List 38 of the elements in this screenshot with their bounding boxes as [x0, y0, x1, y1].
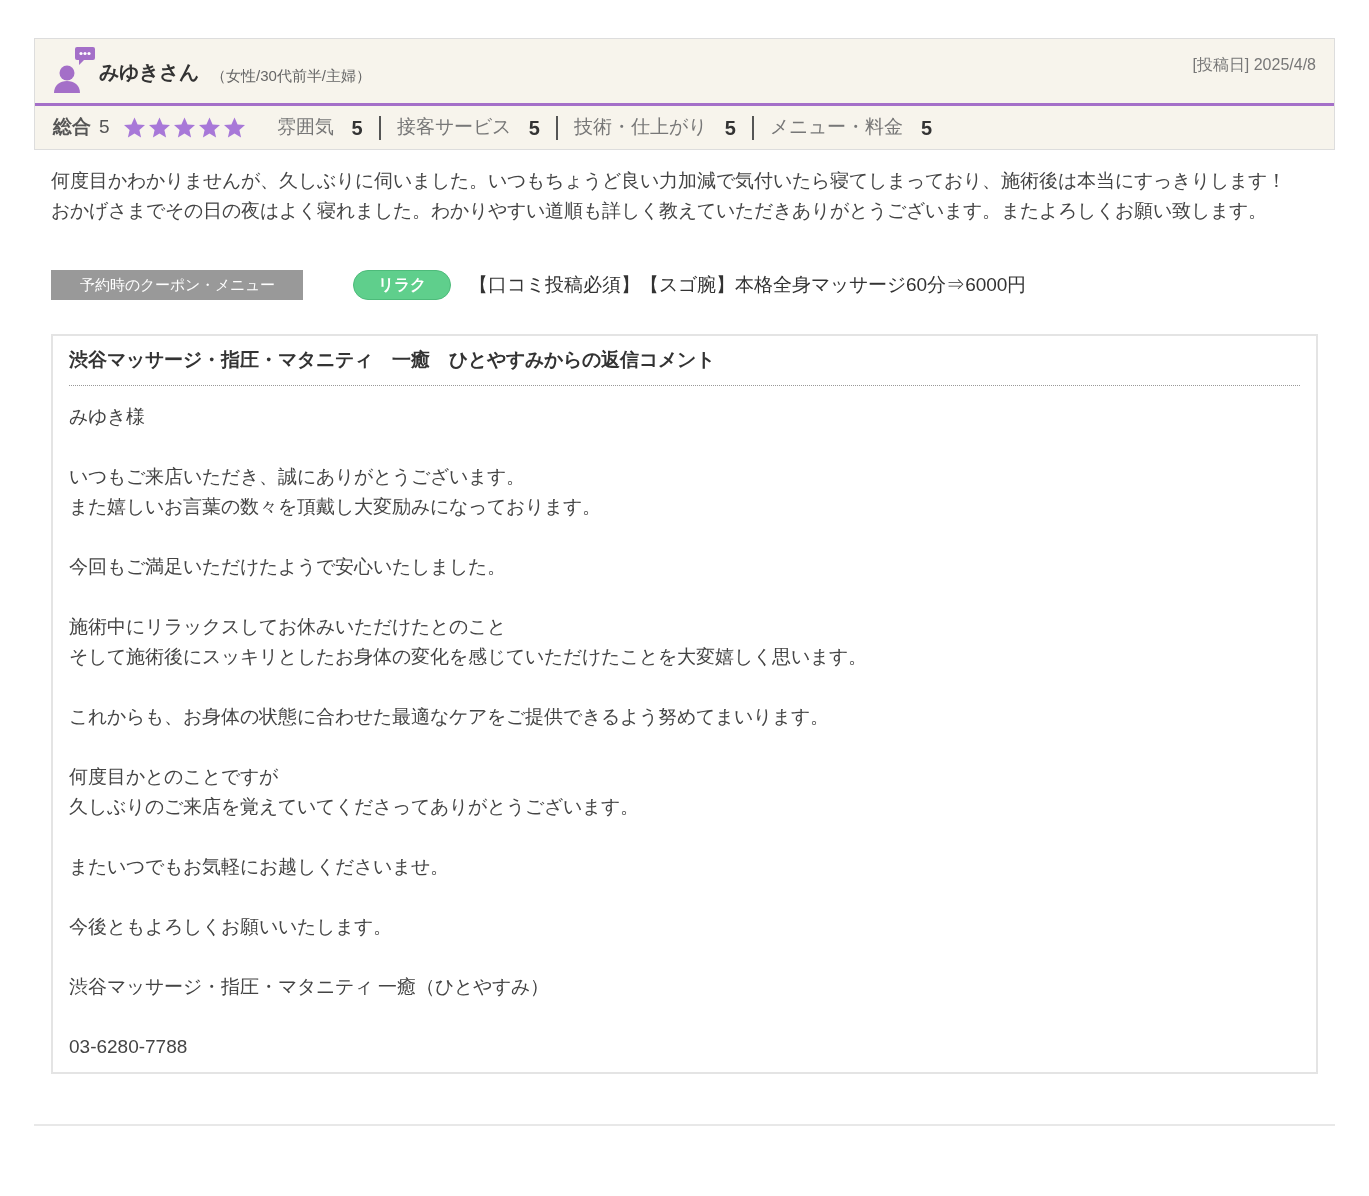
reply-text: みゆき様	[69, 404, 146, 429]
rating-score: 5	[528, 115, 540, 141]
star-icon	[196, 115, 222, 140]
reply-text: 今後ともよろしくお願いいたします。	[69, 914, 393, 939]
coupon-name[interactable]: 【口コミ投稿必須】【スゴ腕】本格全身マッサージ60分⇒6000円	[469, 270, 1027, 300]
rating-score: 5	[724, 115, 736, 141]
coupon-label: 予約時のクーポン・メニュー	[51, 270, 303, 300]
overall-label: 総合	[53, 115, 91, 140]
reviewer-profile: （女性/30代前半/主婦）	[211, 65, 372, 86]
review-text: 何度目かわかりませんが、久しぶりに伺いました。いつもちょうど良い力加減で気付いたら寝てしまっており、施術後は本当にすっきりします！	[51, 169, 1287, 193]
rating-score: 5	[920, 115, 933, 141]
star-icon	[121, 115, 147, 140]
rating-label: 雰囲気	[276, 115, 334, 140]
rating-label: 技術・仕上がり	[573, 115, 707, 140]
review-text: おかげさまでその日の夜はよく寝れました。わかりやすい道順も詳しく教えていただきありがとうございます。またよろしくお願い致します。	[51, 199, 1268, 223]
user-comment-icon	[53, 45, 95, 93]
star-icon	[146, 115, 172, 140]
category-tag: リラク	[353, 270, 451, 300]
reviewer-name: みゆきさん	[99, 60, 199, 85]
star-icon	[221, 115, 247, 140]
reply-text: 今回もご満足いただけたようで安心いたしました。	[69, 554, 507, 579]
reply-text: 渋谷マッサージ・指圧・マタニティ 一癒（ひとやすみ）	[69, 974, 551, 999]
rating-label: メニュー・料金	[769, 115, 903, 140]
rating-score: 5	[351, 115, 363, 141]
reply-title: 渋谷マッサージ・指圧・マタニティ 一癒 ひとやすみからの返信コメント	[69, 346, 1300, 386]
reply-text: 久しぶりのご来店を覚えていてくださってありがとうございます。	[69, 794, 640, 819]
reply-text: また嬉しいお言葉の数々を頂戴し大変励みになっております。	[69, 494, 602, 519]
rating-label: 接客サービス	[396, 115, 511, 140]
star-icon	[171, 115, 197, 140]
overall-score: 5	[99, 115, 110, 140]
reply-text: 何度目かとのことですが	[69, 764, 279, 789]
reply-text: いつもご来店いただき、誠にありがとうございます。	[69, 464, 526, 489]
reply-text: そして施術後にスッキリとしたお身体の変化を感じていただけたことを大変嬉しく思います。	[69, 644, 868, 669]
reply-text: これからも、お身体の状態に合わせた最適なケアをご提供できるよう努めてまいります。	[69, 704, 830, 729]
reply-text: 03-6280-7788	[69, 1034, 189, 1059]
post-date: [投稿日] 2025/4/8	[1192, 55, 1316, 75]
reply-text: またいつでもお気軽にお越しくださいませ。	[69, 854, 450, 879]
reply-text: 施術中にリラックスしてお休みいただけたとのこと	[69, 614, 507, 639]
